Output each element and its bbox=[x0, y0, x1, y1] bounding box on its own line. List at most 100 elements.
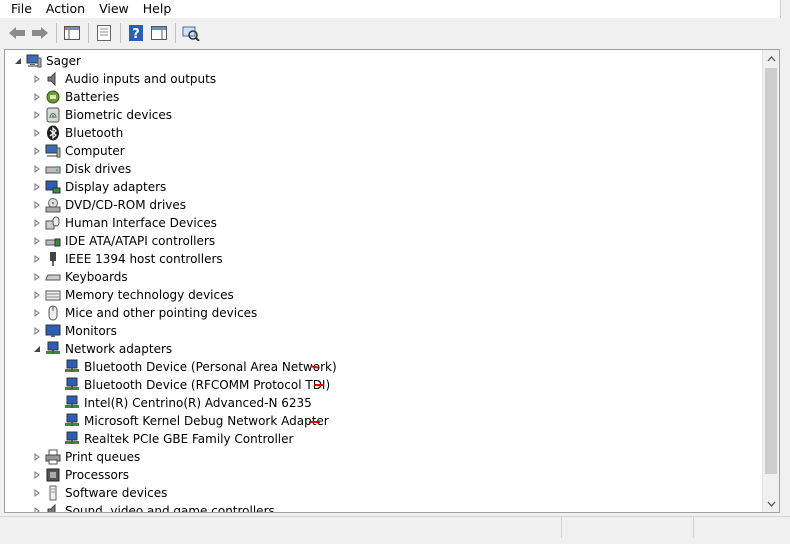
network-adapter-icon bbox=[64, 377, 80, 393]
tree-device-label: Realtek PCIe GBE Family Controller bbox=[84, 432, 294, 446]
expand-arrow-icon[interactable] bbox=[32, 236, 42, 246]
expand-arrow-icon[interactable] bbox=[32, 254, 42, 264]
processor-icon bbox=[45, 467, 61, 483]
menu-action[interactable]: Action bbox=[39, 0, 92, 18]
display-adapter-icon bbox=[45, 179, 61, 195]
monitor-icon bbox=[45, 323, 61, 339]
expand-arrow-icon[interactable] bbox=[32, 308, 42, 318]
speaker-icon bbox=[45, 71, 61, 87]
tree-category-display-adapters[interactable]: Display adapters bbox=[32, 178, 166, 196]
scan-hardware-button[interactable] bbox=[180, 22, 202, 44]
tree-category-hid[interactable]: Human Interface Devices bbox=[32, 214, 217, 232]
tree-category-memory[interactable]: Memory technology devices bbox=[32, 286, 234, 304]
expand-arrow-icon[interactable] bbox=[32, 74, 42, 84]
tree-category-label: Disk drives bbox=[65, 162, 132, 176]
tree-category-label: Monitors bbox=[65, 324, 117, 338]
tree-category-sound[interactable]: Sound, video and game controllers bbox=[32, 502, 275, 512]
expand-arrow-icon[interactable] bbox=[32, 506, 42, 512]
status-pane bbox=[694, 516, 790, 538]
tree-category-print-queues[interactable]: Print queues bbox=[32, 448, 140, 466]
annotation-mark bbox=[314, 384, 324, 386]
scan-hardware-icon bbox=[182, 26, 200, 41]
tree-category-ide[interactable]: IDE ATA/ATAPI controllers bbox=[32, 232, 215, 250]
tree-device-bt-rfcomm[interactable]: Bluetooth Device (RFCOMM Protocol TDI) bbox=[64, 376, 330, 394]
tree-category-label: Mice and other pointing devices bbox=[65, 306, 258, 320]
tree-device-bt-pan[interactable]: Bluetooth Device (Personal Area Network) bbox=[64, 358, 337, 376]
expand-arrow-icon[interactable] bbox=[32, 452, 42, 462]
menu-file[interactable]: File bbox=[0, 0, 39, 18]
menu-bar: File Action View Help bbox=[0, 0, 781, 18]
expand-arrow-icon[interactable] bbox=[32, 326, 42, 336]
expand-arrow-icon[interactable] bbox=[32, 92, 42, 102]
collapse-arrow-icon[interactable] bbox=[13, 56, 23, 66]
tree-device-label: Microsoft Kernel Debug Network Adapter bbox=[84, 414, 329, 428]
tree-category-label: Batteries bbox=[65, 90, 120, 104]
tree-device-intel-centrino[interactable]: Intel(R) Centrino(R) Advanced-N 6235 bbox=[64, 394, 312, 412]
tree-category-label: Biometric devices bbox=[65, 108, 173, 122]
properties-button[interactable] bbox=[93, 22, 115, 44]
tree-category-processors[interactable]: Processors bbox=[32, 466, 129, 484]
expand-arrow-icon[interactable] bbox=[32, 146, 42, 156]
toolbar-separator bbox=[175, 22, 176, 43]
expand-arrow-icon[interactable] bbox=[32, 182, 42, 192]
tree-category-dvd[interactable]: DVD/CD-ROM drives bbox=[32, 196, 186, 214]
hid-icon bbox=[45, 215, 61, 231]
computer-icon bbox=[26, 53, 42, 69]
forward-button[interactable] bbox=[29, 22, 51, 44]
expand-arrow-icon[interactable] bbox=[32, 290, 42, 300]
network-adapter-icon bbox=[64, 413, 80, 429]
expand-arrow-icon[interactable] bbox=[32, 470, 42, 480]
tree-category-keyboards[interactable]: Keyboards bbox=[32, 268, 128, 286]
back-button[interactable] bbox=[6, 22, 28, 44]
expand-arrow-icon[interactable] bbox=[32, 128, 42, 138]
network-adapter-icon bbox=[45, 341, 61, 357]
tree-category-label: DVD/CD-ROM drives bbox=[65, 198, 187, 212]
tree-category-disk-drives[interactable]: Disk drives bbox=[32, 160, 131, 178]
tree-device-label: Intel(R) Centrino(R) Advanced-N 6235 bbox=[84, 396, 312, 410]
expand-arrow-icon[interactable] bbox=[32, 488, 42, 498]
ide-controller-icon bbox=[45, 233, 61, 249]
dvd-drive-icon bbox=[45, 197, 61, 213]
software-device-icon bbox=[45, 485, 61, 501]
scroll-thumb[interactable] bbox=[765, 68, 777, 474]
tree-category-mice[interactable]: Mice and other pointing devices bbox=[32, 304, 257, 322]
chevron-up-icon bbox=[767, 55, 775, 61]
sound-icon bbox=[45, 503, 61, 512]
vertical-scrollbar[interactable] bbox=[762, 50, 779, 512]
scroll-up-button[interactable] bbox=[763, 50, 779, 67]
tree-category-label: Computer bbox=[65, 144, 125, 158]
tree-category-batteries[interactable]: Batteries bbox=[32, 88, 119, 106]
back-arrow-icon bbox=[9, 26, 25, 39]
tree-category-software-devices[interactable]: Software devices bbox=[32, 484, 167, 502]
expand-arrow-icon[interactable] bbox=[32, 164, 42, 174]
forward-arrow-icon bbox=[32, 26, 48, 39]
help-button[interactable]: ? bbox=[125, 22, 147, 44]
console-tree-icon bbox=[64, 25, 80, 40]
menu-view[interactable]: View bbox=[92, 0, 136, 18]
tree-root-sager[interactable]: Sager bbox=[13, 52, 81, 70]
tree-category-monitors[interactable]: Monitors bbox=[32, 322, 117, 340]
expand-arrow-icon[interactable] bbox=[32, 200, 42, 210]
expand-arrow-icon[interactable] bbox=[32, 218, 42, 228]
memory-icon bbox=[45, 287, 61, 303]
tree-category-biometric[interactable]: Biometric devices bbox=[32, 106, 172, 124]
action-pane-button[interactable] bbox=[148, 22, 170, 44]
tree-device-realtek[interactable]: Realtek PCIe GBE Family Controller bbox=[64, 430, 293, 448]
tree-device-label: Bluetooth Device (Personal Area Network) bbox=[84, 360, 337, 374]
console-tree-button[interactable] bbox=[61, 22, 83, 44]
expand-arrow-icon[interactable] bbox=[32, 272, 42, 282]
tree-device-ms-kernel-debug[interactable]: Microsoft Kernel Debug Network Adapter bbox=[64, 412, 329, 430]
tree-category-network-adapters[interactable]: Network adapters bbox=[32, 340, 172, 358]
tree-category-ieee1394[interactable]: IEEE 1394 host controllers bbox=[32, 250, 223, 268]
computer-icon bbox=[45, 143, 61, 159]
scroll-down-button[interactable] bbox=[763, 495, 779, 512]
annotation-mark bbox=[309, 421, 320, 423]
tree-category-bluetooth[interactable]: Bluetooth bbox=[32, 124, 123, 142]
expand-arrow-icon[interactable] bbox=[32, 110, 42, 120]
collapse-arrow-icon[interactable] bbox=[32, 344, 42, 354]
toolbar: ? bbox=[0, 19, 790, 46]
tree-category-audio[interactable]: Audio inputs and outputs bbox=[32, 70, 216, 88]
tree-category-computer[interactable]: Computer bbox=[32, 142, 125, 160]
tree-category-label: Print queues bbox=[65, 450, 141, 464]
menu-help[interactable]: Help bbox=[136, 0, 179, 18]
